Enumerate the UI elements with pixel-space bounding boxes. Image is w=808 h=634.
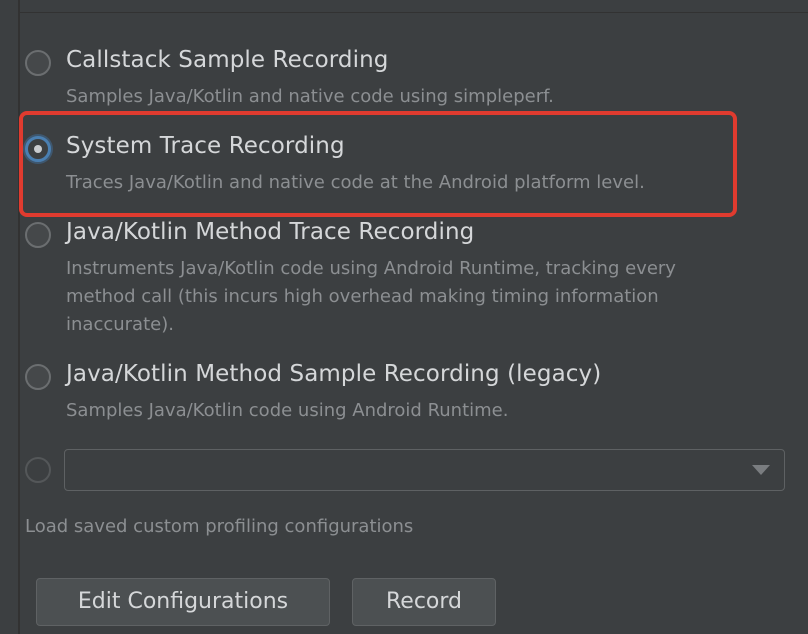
load-saved-configs-label: Load saved custom profiling configuratio…	[25, 516, 414, 537]
option-desc-method-sample-legacy: Samples Java/Kotlin code using Android R…	[66, 400, 509, 421]
radio-callstack-sample[interactable]	[25, 50, 51, 76]
option-title-method-sample-legacy[interactable]: Java/Kotlin Method Sample Recording (leg…	[66, 361, 601, 387]
chevron-down-icon	[752, 465, 770, 475]
custom-config-dropdown[interactable]	[64, 449, 785, 491]
option-desc-callstack-sample: Samples Java/Kotlin and native code usin…	[66, 86, 554, 107]
highlight-annotation-box	[19, 111, 737, 217]
option-title-method-trace[interactable]: Java/Kotlin Method Trace Recording	[66, 219, 474, 245]
edit-configurations-button[interactable]: Edit Configurations	[36, 578, 330, 626]
option-desc-method-trace-line-3: inaccurate).	[66, 314, 174, 335]
option-desc-method-trace-line-2: method call (this incurs high overhead m…	[66, 286, 659, 307]
record-button[interactable]: Record	[352, 578, 496, 626]
radio-custom-config[interactable]	[25, 457, 51, 483]
panel-left-border	[18, 0, 20, 634]
radio-method-trace[interactable]	[25, 222, 51, 248]
option-desc-method-trace-line-1: Instruments Java/Kotlin code using Andro…	[66, 258, 676, 279]
option-title-callstack-sample[interactable]: Callstack Sample Recording	[66, 47, 389, 73]
panel-top-divider	[20, 0, 808, 13]
radio-method-sample-legacy[interactable]	[25, 364, 51, 390]
